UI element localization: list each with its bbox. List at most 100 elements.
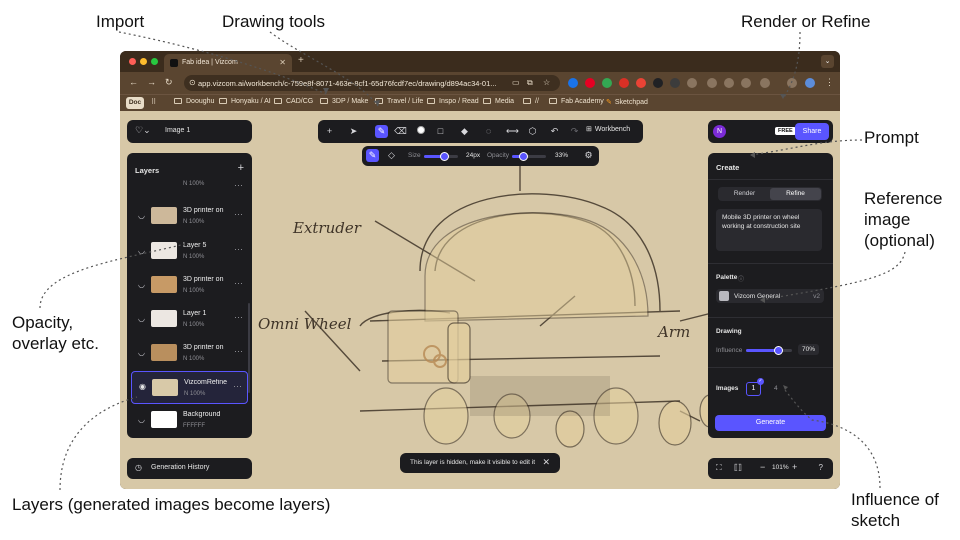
doc-badge[interactable]: Doc [126, 97, 144, 109]
bookmark-folder[interactable]: Inspo / Read [427, 98, 479, 105]
color-picker-icon[interactable] [414, 125, 427, 138]
bookmark-link[interactable]: ✎ Sketchpad [606, 98, 648, 106]
help-button[interactable]: ? [819, 463, 823, 472]
close-toast-icon[interactable]: ✕ [542, 457, 550, 468]
layer-item[interactable]: ◡ Background FFFFFF [131, 406, 248, 436]
bookmark-folder[interactable]: Media [483, 98, 514, 105]
opacity-slider-knob[interactable] [518, 152, 528, 161]
hidden-eye-icon[interactable]: ◡ [138, 280, 145, 289]
size-slider-knob[interactable] [439, 152, 449, 161]
extension-icon[interactable] [787, 78, 797, 88]
copy-icon[interactable]: ⧉ [527, 78, 533, 88]
opacity-slider[interactable] [512, 152, 546, 161]
vizcom-logo-icon[interactable]: ♡⌄ [135, 125, 151, 136]
fill-tool-icon[interactable]: ◆ [458, 125, 471, 138]
select-tool-icon[interactable]: ➤ [347, 125, 360, 138]
undo-icon[interactable]: ↶ [548, 125, 561, 138]
add-import-icon[interactable]: + [323, 125, 336, 138]
layer-more-icon[interactable]: ··· [234, 278, 243, 288]
apps-grid-icon[interactable]: ⠿ [151, 98, 156, 106]
layer-item[interactable]: ◡ 3D printer on N 100% ··· [131, 202, 248, 232]
redo-icon[interactable]: ↷ [568, 125, 581, 138]
layer-more-icon[interactable]: ··· [234, 312, 243, 322]
extension-icon[interactable] [568, 78, 578, 88]
browser-menu-icon[interactable]: ⋮ [825, 77, 834, 88]
extension-icon[interactable] [670, 78, 680, 88]
layer-more-icon[interactable]: ··· [234, 180, 243, 190]
bookmark-folder[interactable]: Travel / Life [375, 98, 423, 105]
layer-item[interactable]: N 100% ··· [131, 179, 248, 195]
hidden-eye-icon[interactable]: ◡ [138, 415, 145, 424]
close-tab-icon[interactable]: ✕ [279, 58, 286, 67]
browser-tab[interactable]: Fab idea | Vizcom ✕ [164, 54, 292, 72]
zoom-in-icon[interactable]: + [792, 462, 797, 472]
fit-screen-icon[interactable]: ⛶ [716, 463, 722, 473]
3d-tool-icon[interactable]: ⬡ [526, 125, 539, 138]
extension-icon[interactable] [602, 78, 612, 88]
cast-icon[interactable]: ▭ [512, 78, 520, 87]
url-bar[interactable]: app.vizcom.ai/workbench/c-759e8f-8071-46… [184, 75, 560, 91]
influence-slider[interactable] [746, 346, 792, 355]
tab-refine[interactable]: Refine [770, 188, 821, 200]
reload-icon[interactable]: ↻ [165, 77, 173, 88]
hidden-eye-icon[interactable]: ◡ [138, 348, 145, 357]
brush-tool-icon[interactable]: ✎ [375, 125, 388, 138]
profile-avatar-icon[interactable] [805, 78, 815, 88]
palette-selector[interactable]: Vizcom General v2 [716, 289, 824, 303]
size-slider[interactable] [424, 152, 458, 161]
bookmark-folder[interactable]: 3DP / Make [320, 98, 368, 105]
lasso-tool-icon[interactable]: ◌ [482, 125, 495, 138]
back-icon[interactable]: ← [129, 77, 138, 87]
file-name[interactable]: Image 1 [165, 127, 190, 134]
palette-info-icon[interactable]: ⓘ [738, 274, 744, 283]
forward-icon[interactable]: → [147, 77, 156, 87]
prompt-input[interactable]: Mobile 3D printer on wheel working at co… [716, 209, 822, 251]
new-tab-icon[interactable]: + [298, 55, 304, 66]
extension-icon[interactable] [619, 78, 629, 88]
layer-item-selected[interactable]: ◉ VizcomRefine N 100% ··· [131, 371, 248, 404]
avatar[interactable]: N [713, 125, 726, 138]
layer-item[interactable]: ◡ Layer 5 N 100% ··· [131, 237, 248, 267]
extension-icon[interactable] [585, 78, 595, 88]
layer-more-icon[interactable]: ··· [234, 244, 243, 254]
bookmark-star-icon[interactable]: ☆ [543, 78, 550, 87]
tab-search-icon[interactable]: ⌄ [821, 55, 834, 68]
bookmark-folder[interactable]: Fab Academy [549, 98, 604, 105]
layer-item[interactable]: ◡ 3D printer on N 100% ··· [131, 271, 248, 301]
extension-icon[interactable] [741, 78, 751, 88]
generation-history-button[interactable]: ◷ Generation History [127, 458, 252, 479]
bookmark-folder[interactable]: Honyaku / AI [219, 98, 271, 105]
layers-scrollbar[interactable] [248, 303, 250, 393]
zoom-value[interactable]: 101% [772, 464, 789, 471]
extension-icon[interactable] [636, 78, 646, 88]
zoom-out-icon[interactable]: − [760, 462, 765, 472]
hidden-eye-icon[interactable]: ◡ [138, 211, 145, 220]
layer-item[interactable]: ◡ 3D printer on N 100% ··· [131, 339, 248, 369]
drawing-canvas[interactable]: Extruder Omni Wheel Arm ♡⌄ Image 1 + ➤ ✎… [120, 111, 840, 489]
fill-mode-icon[interactable]: ◇ [385, 149, 398, 162]
layer-more-icon[interactable]: ··· [233, 381, 242, 391]
workbench-button[interactable]: ⊞ Workbench [586, 125, 630, 133]
frame-icon[interactable]: ⟦⟧ [734, 463, 742, 472]
tab-render[interactable]: Render [719, 188, 770, 200]
bookmark-folder[interactable]: CAD/CG [274, 98, 313, 105]
visible-eye-icon[interactable]: ◉ [139, 382, 146, 391]
extension-icon[interactable] [724, 78, 734, 88]
hidden-eye-icon[interactable]: ◡ [138, 246, 145, 255]
bookmark-folder[interactable]: Dooughu [174, 98, 214, 105]
brush-settings-icon[interactable]: ⚙ [582, 149, 595, 162]
extension-icon[interactable] [687, 78, 697, 88]
minimize-window-dot[interactable] [140, 58, 147, 65]
extension-icon[interactable] [760, 78, 770, 88]
maximize-window-dot[interactable] [151, 58, 158, 65]
layer-more-icon[interactable]: ··· [234, 346, 243, 356]
bookmark-folder[interactable]: // [523, 98, 539, 105]
extension-icon[interactable] [707, 78, 717, 88]
eraser-tool-icon[interactable]: ⌫ [394, 125, 407, 138]
add-layer-icon[interactable]: + [238, 162, 244, 174]
share-button[interactable]: Share [795, 123, 829, 140]
extension-icon[interactable] [653, 78, 663, 88]
close-window-dot[interactable] [129, 58, 136, 65]
images-alt-option[interactable]: 4 [774, 385, 778, 392]
brush-mode-icon[interactable]: ✎ [366, 149, 379, 162]
